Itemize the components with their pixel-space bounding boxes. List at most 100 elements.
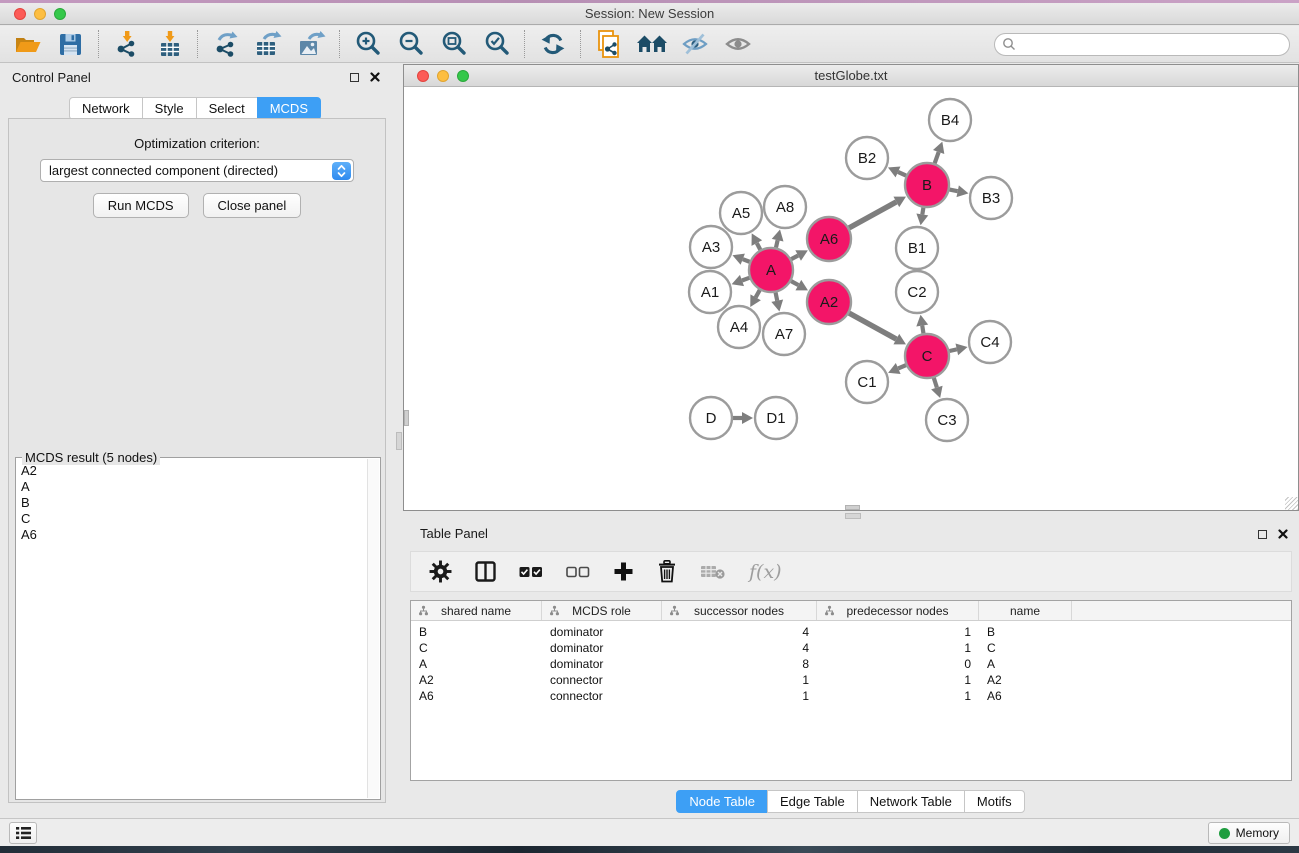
close-panel-icon[interactable] bbox=[1278, 529, 1288, 539]
mcds-result-item[interactable]: A bbox=[21, 479, 366, 495]
search-input[interactable] bbox=[1020, 34, 1289, 55]
network-node-C[interactable]: C bbox=[905, 334, 949, 378]
delete-column-trash-icon[interactable] bbox=[657, 560, 677, 583]
show-all-button[interactable] bbox=[716, 27, 759, 61]
network-node-A4[interactable]: A4 bbox=[718, 306, 760, 348]
search-field[interactable] bbox=[994, 33, 1290, 56]
network-canvas[interactable]: B4B2BB3A8A5A6A3B1AA1C2A2A4A7C4CC1DD1C3 bbox=[404, 88, 1298, 510]
network-edge-C-C1[interactable] bbox=[898, 365, 906, 368]
network-edge-A-A7[interactable] bbox=[776, 293, 778, 301]
hide-selected-button[interactable] bbox=[673, 27, 716, 61]
network-edge-A-A8[interactable] bbox=[776, 240, 778, 247]
network-edge-B-B3[interactable] bbox=[950, 190, 958, 192]
mcds-result-item[interactable]: A2 bbox=[21, 463, 366, 479]
run-mcds-button[interactable]: Run MCDS bbox=[93, 193, 189, 218]
network-window-titlebar[interactable]: testGlobe.txt bbox=[404, 65, 1298, 87]
tab-edge-table[interactable]: Edge Table bbox=[767, 790, 858, 813]
column-header-name[interactable]: name bbox=[979, 601, 1072, 620]
network-node-B2[interactable]: B2 bbox=[846, 137, 888, 179]
minimize-window-button[interactable] bbox=[34, 8, 46, 20]
network-node-C4[interactable]: C4 bbox=[969, 321, 1011, 363]
float-panel-icon[interactable] bbox=[350, 73, 359, 82]
mcds-result-item[interactable]: C bbox=[21, 511, 366, 527]
tab-node-table[interactable]: Node Table bbox=[676, 790, 768, 813]
splitpane-divider-handle[interactable] bbox=[845, 513, 861, 519]
table-row[interactable]: Bdominator41B bbox=[411, 624, 1291, 640]
network-edge-B-B2[interactable] bbox=[898, 172, 906, 176]
network-node-C2[interactable]: C2 bbox=[896, 271, 938, 313]
network-node-A7[interactable]: A7 bbox=[763, 313, 805, 355]
mcds-result-item[interactable]: B bbox=[21, 495, 366, 511]
network-edge-A6-B[interactable] bbox=[849, 202, 896, 228]
network-edge-C-C4[interactable] bbox=[949, 349, 956, 351]
open-session-button[interactable] bbox=[6, 27, 49, 61]
zoom-selected-button[interactable] bbox=[475, 27, 518, 61]
network-edge-A-A1[interactable] bbox=[742, 278, 749, 281]
new-network-from-selection-button[interactable] bbox=[587, 27, 630, 61]
resize-grip-icon[interactable] bbox=[1285, 497, 1298, 510]
network-node-C1[interactable]: C1 bbox=[846, 361, 888, 403]
network-node-B3[interactable]: B3 bbox=[970, 177, 1012, 219]
network-node-A[interactable]: A bbox=[749, 248, 793, 292]
memory-button[interactable]: Memory bbox=[1208, 822, 1290, 844]
network-minimize-button[interactable] bbox=[437, 70, 449, 82]
network-node-A8[interactable]: A8 bbox=[764, 186, 806, 228]
function-builder-icon[interactable]: f(x) bbox=[749, 561, 782, 583]
close-window-button[interactable] bbox=[14, 8, 26, 20]
select-all-columns-icon[interactable] bbox=[519, 566, 543, 578]
zoom-fit-button[interactable] bbox=[432, 27, 475, 61]
mcds-list-scrollbar[interactable] bbox=[367, 459, 379, 798]
zoom-out-button[interactable] bbox=[389, 27, 432, 61]
column-header-predecessors[interactable]: predecessor nodes bbox=[817, 601, 979, 620]
network-node-C3[interactable]: C3 bbox=[926, 399, 968, 441]
export-table-button[interactable] bbox=[247, 27, 290, 61]
float-panel-icon[interactable] bbox=[1258, 530, 1267, 539]
network-close-button[interactable] bbox=[417, 70, 429, 82]
network-node-D1[interactable]: D1 bbox=[755, 397, 797, 439]
network-edge-C-C2[interactable] bbox=[922, 326, 923, 334]
tab-select[interactable]: Select bbox=[196, 97, 258, 120]
network-edge-A-A3[interactable] bbox=[743, 259, 750, 262]
tab-style[interactable]: Style bbox=[142, 97, 197, 120]
network-node-D[interactable]: D bbox=[690, 397, 732, 439]
close-panel-button[interactable]: Close panel bbox=[203, 193, 302, 218]
mcds-result-item[interactable]: A6 bbox=[21, 527, 366, 543]
delete-table-icon[interactable] bbox=[700, 563, 726, 580]
import-network-button[interactable] bbox=[105, 27, 148, 61]
first-neighbors-button[interactable] bbox=[630, 27, 673, 61]
import-table-button[interactable] bbox=[148, 27, 191, 61]
network-zoom-button[interactable] bbox=[457, 70, 469, 82]
table-settings-gear-icon[interactable] bbox=[429, 560, 452, 583]
network-node-B1[interactable]: B1 bbox=[896, 227, 938, 269]
horizontal-scrollbar-thumb[interactable] bbox=[845, 505, 860, 510]
network-edge-A-A4[interactable] bbox=[756, 290, 760, 297]
network-node-A1[interactable]: A1 bbox=[689, 271, 731, 313]
network-node-A6[interactable]: A6 bbox=[807, 217, 851, 261]
tab-network-table[interactable]: Network Table bbox=[857, 790, 965, 813]
unselect-all-columns-icon[interactable] bbox=[566, 566, 590, 578]
table-row[interactable]: Adominator80A bbox=[411, 656, 1291, 672]
network-node-A5[interactable]: A5 bbox=[720, 192, 762, 234]
zoom-window-button[interactable] bbox=[54, 8, 66, 20]
network-edge-A-A6[interactable] bbox=[791, 255, 798, 259]
export-image-button[interactable] bbox=[290, 27, 333, 61]
save-session-button[interactable] bbox=[49, 27, 92, 61]
column-header-mcds_role[interactable]: MCDS role bbox=[542, 601, 662, 620]
column-header-shared_name[interactable]: shared name bbox=[411, 601, 542, 620]
table-row[interactable]: A6connector11A6 bbox=[411, 688, 1291, 704]
table-row[interactable]: A2connector11A2 bbox=[411, 672, 1291, 688]
network-node-B[interactable]: B bbox=[905, 163, 949, 207]
task-history-button[interactable] bbox=[9, 822, 37, 844]
create-column-plus-icon[interactable] bbox=[613, 561, 634, 582]
column-header-successors[interactable]: successor nodes bbox=[662, 601, 817, 620]
tab-motifs[interactable]: Motifs bbox=[964, 790, 1025, 813]
network-edge-A2-C[interactable] bbox=[849, 313, 896, 339]
network-edge-A-A2[interactable] bbox=[791, 281, 798, 285]
refresh-layout-button[interactable] bbox=[531, 27, 574, 61]
network-edge-C-C3[interactable] bbox=[934, 378, 937, 388]
main-titlebar[interactable]: Session: New Session bbox=[0, 3, 1299, 25]
show-column-panel-icon[interactable] bbox=[475, 561, 496, 582]
close-panel-icon[interactable] bbox=[370, 72, 380, 82]
tab-network[interactable]: Network bbox=[69, 97, 143, 120]
table-row[interactable]: Cdominator41C bbox=[411, 640, 1291, 656]
